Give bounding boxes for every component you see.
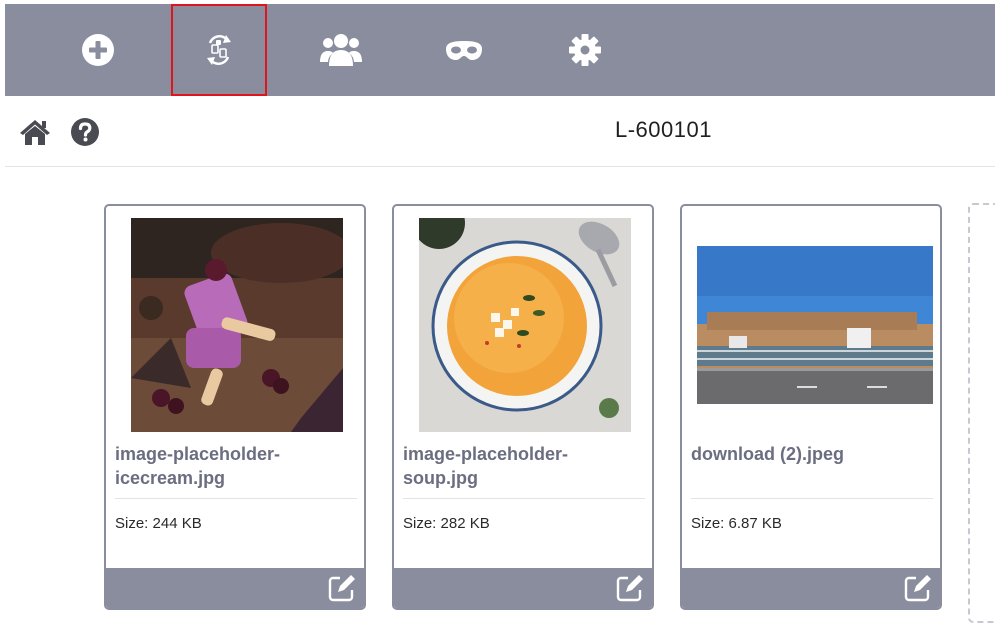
upload-drop-slot[interactable] — [968, 203, 995, 623]
mask-button[interactable] — [416, 4, 512, 96]
help-button[interactable] — [69, 116, 101, 148]
card-divider — [403, 498, 645, 499]
card-footer — [106, 568, 364, 608]
file-thumbnail — [419, 218, 631, 432]
file-thumbnail — [697, 246, 933, 404]
gear-icon — [569, 34, 601, 66]
file-card[interactable]: download (2).jpeg Size: 6.87 KB — [680, 204, 942, 610]
sync-button[interactable] — [171, 4, 267, 96]
card-footer — [394, 568, 652, 608]
file-name-line-1: image-placeholder- — [115, 444, 281, 464]
users-button[interactable] — [293, 4, 389, 96]
plus-circle-icon — [82, 34, 114, 66]
card-divider — [115, 498, 357, 499]
users-icon — [320, 34, 362, 66]
file-name-line-1: image-placeholder- — [403, 444, 569, 464]
help-circle-icon — [71, 118, 99, 146]
subheader: L-600101 — [5, 96, 995, 167]
add-button[interactable] — [50, 4, 146, 96]
file-name-line-2: soup.jpg — [403, 468, 478, 488]
mask-icon — [446, 41, 482, 60]
file-name: image-placeholder-soup.jpg — [403, 442, 643, 490]
file-name: image-placeholder-icecream.jpg — [115, 442, 355, 490]
home-button[interactable] — [19, 116, 51, 148]
edit-icon[interactable] — [904, 574, 932, 602]
file-name-line-2: icecream.jpg — [115, 468, 226, 488]
file-thumbnail — [131, 218, 343, 432]
sync-icon — [207, 35, 231, 65]
home-icon — [20, 120, 50, 145]
settings-button[interactable] — [537, 4, 633, 96]
card-footer — [682, 568, 940, 608]
file-size: Size: 282 KB — [403, 515, 490, 532]
file-card[interactable]: image-placeholder-soup.jpg Size: 282 KB — [392, 204, 654, 610]
file-size: Size: 244 KB — [115, 515, 202, 532]
edit-icon[interactable] — [616, 574, 644, 602]
edit-icon[interactable] — [328, 574, 356, 602]
card-divider — [691, 498, 933, 499]
page-title: L-600101 — [615, 117, 712, 142]
file-size: Size: 6.87 KB — [691, 515, 782, 532]
file-name-line-1: download (2).jpeg — [691, 444, 844, 464]
file-card[interactable]: image-placeholder-icecream.jpg Size: 244… — [104, 204, 366, 610]
file-name: download (2).jpeg — [691, 442, 931, 466]
main-toolbar — [5, 4, 995, 96]
